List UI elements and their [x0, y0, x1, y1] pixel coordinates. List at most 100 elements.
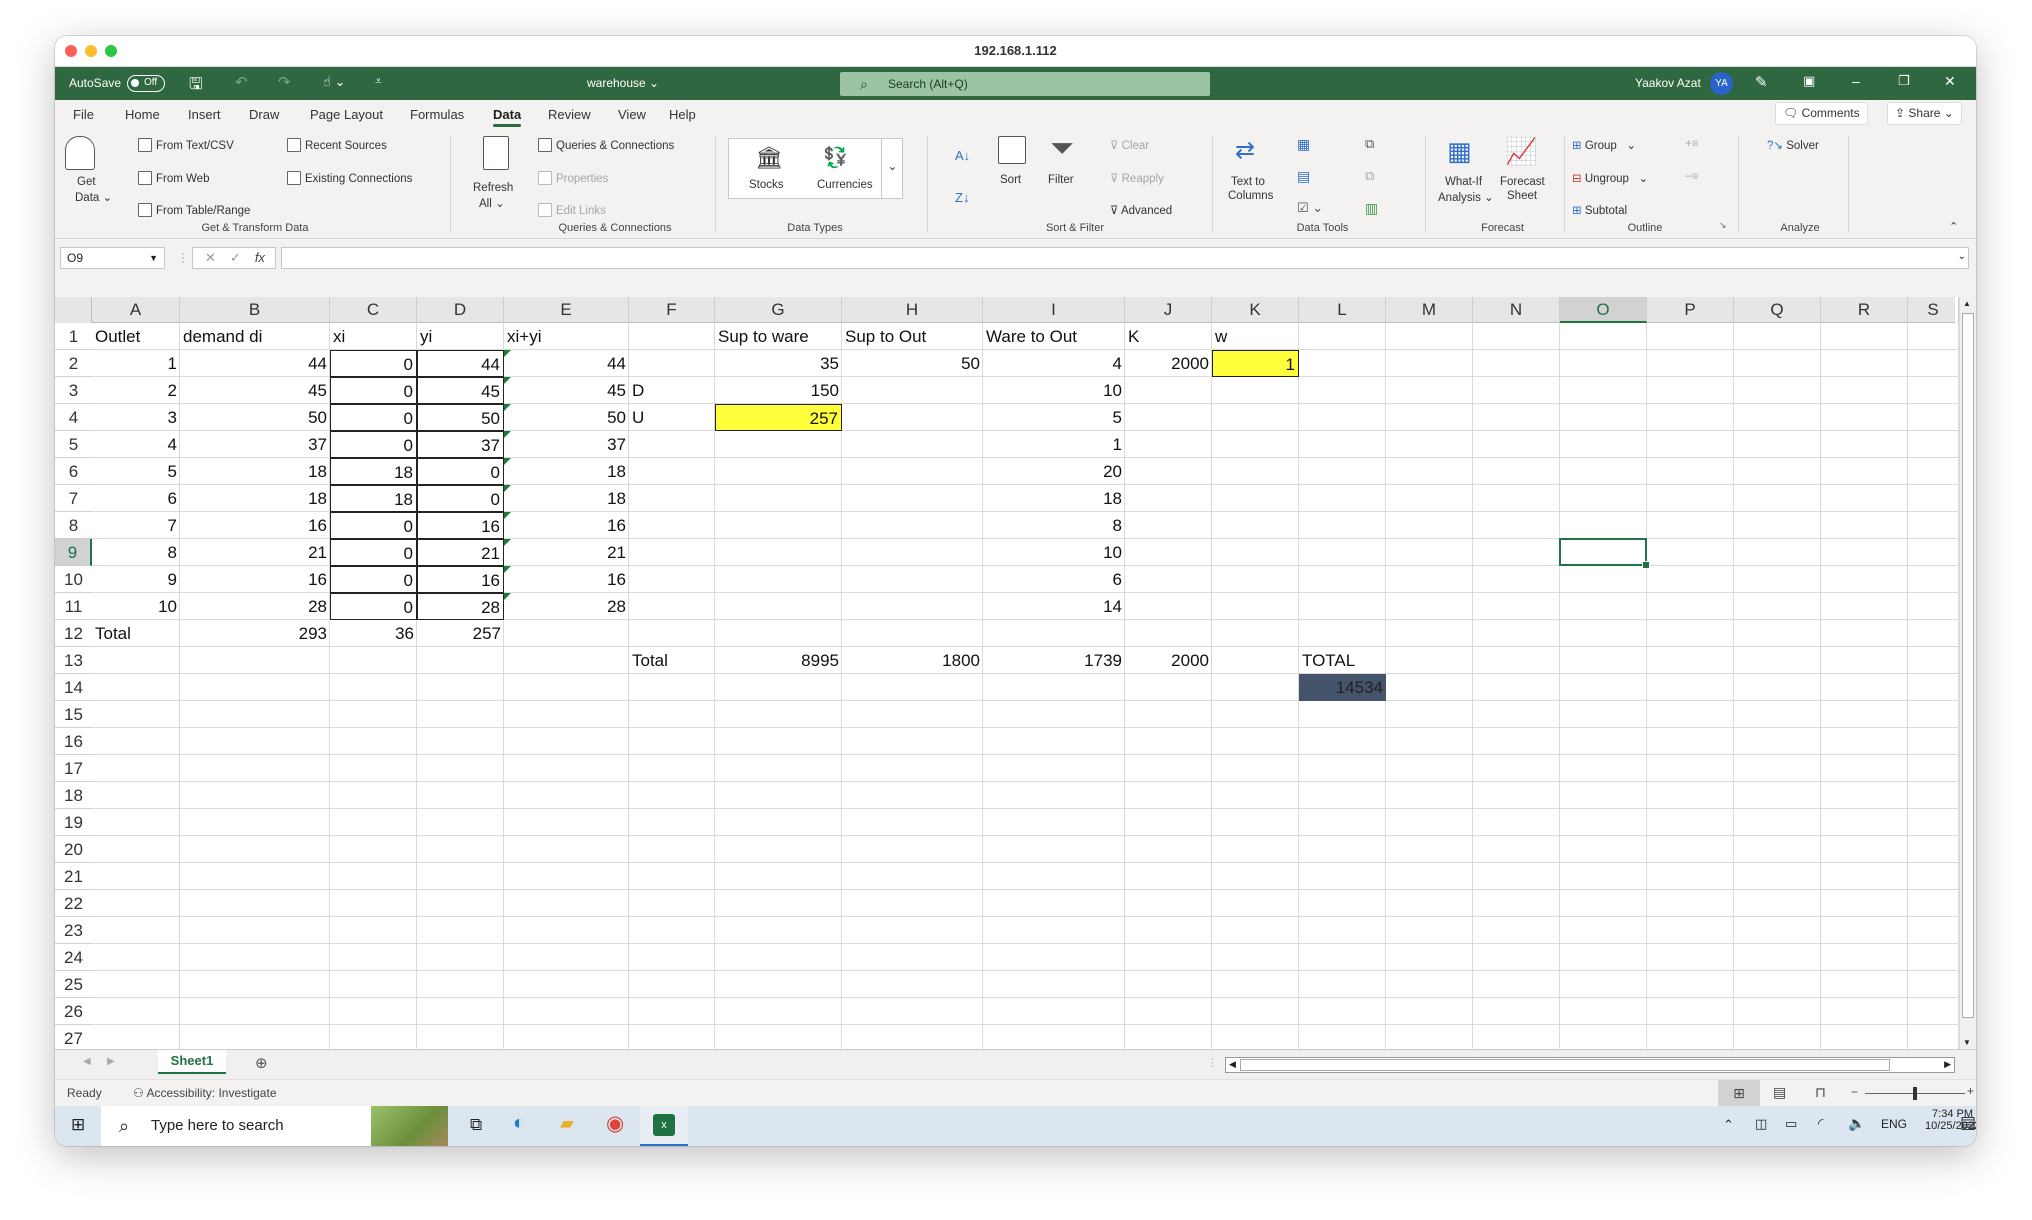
cell-D4[interactable]: 50	[417, 404, 504, 431]
hide-detail-icon[interactable]: −≡	[1685, 171, 1698, 183]
cell-C1[interactable]: xi	[330, 323, 417, 350]
cell-B2[interactable]: 44	[180, 350, 330, 377]
row-header-20[interactable]: 20	[55, 836, 92, 863]
cell-J2[interactable]: 2000	[1125, 350, 1212, 377]
column-header-C[interactable]: C	[330, 297, 417, 323]
row-header-17[interactable]: 17	[55, 755, 92, 782]
cell-E10[interactable]: 16	[504, 566, 629, 593]
camera-icon[interactable]: ◫	[1755, 1116, 1767, 1132]
cell-E5[interactable]: 37	[504, 431, 629, 458]
advanced-filter-button[interactable]: ⊽ Advanced	[1110, 203, 1172, 217]
cell-B9[interactable]: 21	[180, 539, 330, 566]
cell-I2[interactable]: 4	[983, 350, 1125, 377]
cell-I13[interactable]: 1739	[983, 647, 1125, 674]
what-if-button[interactable]: What-If	[1445, 176, 1482, 188]
normal-view-icon[interactable]: ⊞	[1718, 1080, 1760, 1107]
subtotal-button[interactable]: ⊞ Subtotal	[1572, 203, 1627, 217]
tab-help[interactable]: Help	[669, 107, 696, 122]
cell-E2[interactable]: 44	[504, 350, 629, 377]
row-header-16[interactable]: 16	[55, 728, 92, 755]
cell-C9[interactable]: 0	[330, 539, 417, 566]
cell-D1[interactable]: yi	[417, 323, 504, 350]
column-header-E[interactable]: E	[504, 297, 629, 323]
column-header-S[interactable]: S	[1908, 297, 1959, 323]
cell-E1[interactable]: xi+yi	[504, 323, 629, 350]
cell-G3[interactable]: 150	[715, 377, 842, 404]
filename-dropdown[interactable]: warehouse ⌄	[587, 76, 659, 90]
cell-A2[interactable]: 1	[92, 350, 180, 377]
battery-icon[interactable]: ▭	[1785, 1116, 1797, 1132]
row-header-6[interactable]: 6	[55, 458, 92, 485]
tab-file[interactable]: File	[73, 107, 94, 122]
column-header-L[interactable]: L	[1299, 297, 1386, 323]
cell-B7[interactable]: 18	[180, 485, 330, 512]
autosave-toggle[interactable]: Off	[127, 75, 165, 92]
share-button[interactable]: ⇪ Share ⌄	[1887, 102, 1962, 125]
restore-icon[interactable]: ❐	[1898, 73, 1910, 89]
sort-a-z-button[interactable]: A↓	[955, 148, 970, 163]
row-header-2[interactable]: 2	[55, 350, 92, 377]
cell-F3[interactable]: D	[629, 377, 715, 404]
cell-D2[interactable]: 44	[417, 350, 504, 377]
column-header-N[interactable]: N	[1473, 297, 1560, 323]
data-model-icon[interactable]: ▥	[1365, 200, 1378, 217]
text-to-columns-button[interactable]: Text to	[1231, 176, 1265, 188]
cell-I11[interactable]: 14	[983, 593, 1125, 620]
scroll-right-icon[interactable]: ▶	[1944, 1059, 1951, 1070]
cell-E9[interactable]: 21	[504, 539, 629, 566]
cell-D10[interactable]: 16	[417, 566, 504, 593]
cell-E7[interactable]: 18	[504, 485, 629, 512]
row-header-7[interactable]: 7	[55, 485, 92, 512]
cell-I10[interactable]: 6	[983, 566, 1125, 593]
pen-icon[interactable]: ✎	[1755, 73, 1768, 91]
row-header-12[interactable]: 12	[55, 620, 92, 647]
cell-B5[interactable]: 37	[180, 431, 330, 458]
cell-F13[interactable]: Total	[629, 647, 715, 674]
error-indicator-icon[interactable]	[504, 512, 511, 519]
cell-D9[interactable]: 21	[417, 539, 504, 566]
ungroup-button[interactable]: ⊟ Ungroup ⌄	[1572, 171, 1648, 185]
cell-D8[interactable]: 16	[417, 512, 504, 539]
row-header-19[interactable]: 19	[55, 809, 92, 836]
flash-fill-icon[interactable]: ▦	[1297, 136, 1310, 153]
column-header-A[interactable]: A	[92, 297, 180, 323]
avatar[interactable]: YA	[1710, 72, 1733, 95]
edge-icon[interactable]: ◐	[513, 1112, 525, 1135]
cell-I9[interactable]: 10	[983, 539, 1125, 566]
vertical-scroll-thumb[interactable]	[1962, 313, 1974, 1018]
cell-A4[interactable]: 3	[92, 404, 180, 431]
cell-L13[interactable]: TOTAL	[1299, 647, 1386, 674]
cell-B1[interactable]: demand di	[180, 323, 330, 350]
cell-E11[interactable]: 28	[504, 593, 629, 620]
from-web-button[interactable]: From Web	[138, 171, 209, 185]
column-header-I[interactable]: I	[983, 297, 1125, 323]
vertical-scrollbar[interactable]: ▲ ▼	[1959, 297, 1976, 1049]
row-header-23[interactable]: 23	[55, 917, 92, 944]
cell-C2[interactable]: 0	[330, 350, 417, 377]
add-sheet-icon[interactable]: ⊕	[255, 1054, 268, 1072]
cell-D7[interactable]: 0	[417, 485, 504, 512]
cell-L14[interactable]: 14534	[1299, 674, 1386, 701]
sheet-tab-sheet1[interactable]: Sheet1	[158, 1050, 226, 1074]
tab-home[interactable]: Home	[125, 107, 160, 122]
name-box[interactable]: O9 ▼	[60, 247, 165, 269]
page-layout-view-icon[interactable]: ▤	[1773, 1084, 1786, 1101]
minimize-icon[interactable]: –	[1852, 73, 1860, 89]
cell-J1[interactable]: K	[1125, 323, 1212, 350]
row-header-22[interactable]: 22	[55, 890, 92, 917]
cell-A6[interactable]: 5	[92, 458, 180, 485]
error-indicator-icon[interactable]	[504, 539, 511, 546]
column-header-O[interactable]: O	[1560, 297, 1647, 323]
sort-z-a-button[interactable]: Z↓	[955, 190, 969, 205]
column-header-M[interactable]: M	[1386, 297, 1473, 323]
cell-C8[interactable]: 0	[330, 512, 417, 539]
row-header-8[interactable]: 8	[55, 512, 92, 539]
cell-C5[interactable]: 0	[330, 431, 417, 458]
sort-button[interactable]: Sort	[1000, 174, 1021, 186]
zoom-slider-thumb[interactable]	[1913, 1087, 1917, 1100]
search-highlight-image[interactable]	[371, 1106, 448, 1146]
row-header-26[interactable]: 26	[55, 998, 92, 1025]
column-header-F[interactable]: F	[629, 297, 715, 323]
language-indicator[interactable]: ENG	[1881, 1117, 1907, 1131]
tab-formulas[interactable]: Formulas	[410, 107, 464, 122]
